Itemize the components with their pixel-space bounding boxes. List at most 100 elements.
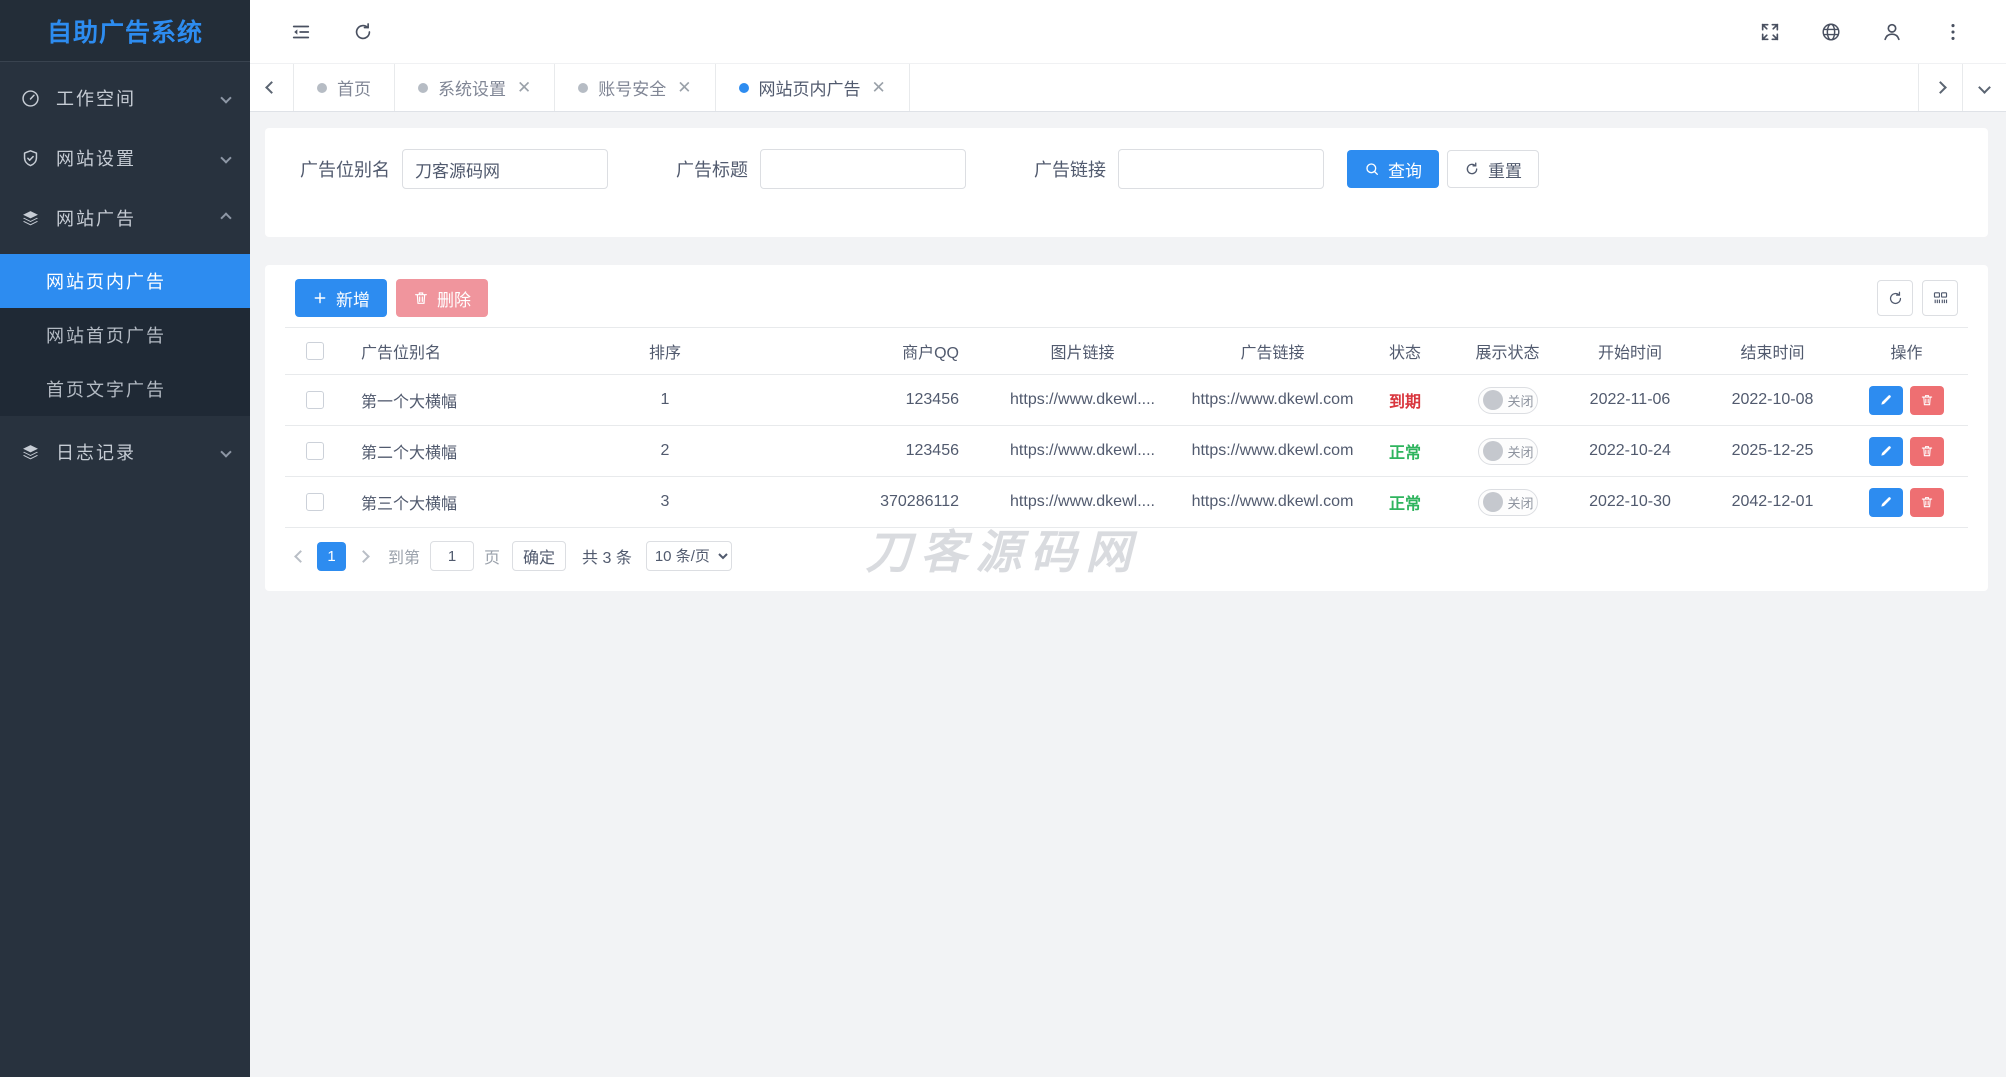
- delete-button[interactable]: [1910, 488, 1944, 517]
- column-header: 商户QQ: [745, 339, 975, 363]
- display-toggle[interactable]: 关闭: [1478, 438, 1538, 465]
- tab-1[interactable]: 系统设置 ✕: [395, 64, 555, 111]
- sidebar-item-logs[interactable]: 日志记录: [0, 428, 250, 476]
- tabs-menu-button[interactable]: [1962, 64, 2006, 111]
- sidebar-subitem-home-text-ads[interactable]: 首页文字广告: [0, 362, 250, 416]
- table-toolbar: 新增 删除: [285, 279, 1968, 317]
- tab-2[interactable]: 账号安全✕: [555, 64, 715, 111]
- toggle-knob: [1483, 390, 1503, 410]
- column-header: 广告位别名: [345, 339, 585, 363]
- search-button[interactable]: 查询: [1347, 150, 1439, 188]
- edit-button[interactable]: [1869, 488, 1903, 517]
- dashboard-icon: [20, 88, 41, 109]
- data-table: 广告位别名排序商户QQ图片链接广告链接状态展示状态开始时间结束时间操作 第一个大…: [285, 327, 1968, 528]
- menu-collapse-icon[interactable]: [290, 21, 312, 43]
- sidebar-item-label: 日志记录: [56, 439, 222, 465]
- tabs-scroll-right-button[interactable]: [1918, 64, 1962, 111]
- tab-close-icon[interactable]: ✕: [677, 79, 691, 96]
- sidebar-item-label: 网站设置: [56, 145, 222, 171]
- more-icon[interactable]: [1942, 21, 1964, 43]
- filter-field-title: 广告标题: [676, 149, 966, 189]
- chevron-down-icon: [220, 92, 231, 103]
- chevron-up-icon: [220, 212, 231, 223]
- globe-icon[interactable]: [1820, 21, 1842, 43]
- tabs-scroll-left-button[interactable]: [250, 64, 294, 111]
- cell-image-link: https://www.dkewl....: [975, 493, 1190, 511]
- refresh-icon: [1887, 290, 1904, 307]
- display-toggle[interactable]: 关闭: [1478, 387, 1538, 414]
- add-button[interactable]: 新增: [295, 279, 387, 317]
- sidebar: 自助广告系统 工作空间网站设置网站广告网站页内广告网站首页广告首页文字广告日志记…: [0, 0, 250, 1077]
- edit-button[interactable]: [1869, 386, 1903, 415]
- layers-icon: [20, 442, 41, 463]
- cell-sort: 2: [585, 442, 745, 460]
- tab-close-icon[interactable]: ✕: [872, 79, 886, 96]
- table-row: 第三个大横幅3370286112https://www.dkewl....htt…: [285, 477, 1968, 528]
- ad-link-input[interactable]: [1118, 149, 1324, 189]
- row-checkbox-cell: [285, 442, 345, 460]
- next-page-button[interactable]: [356, 552, 370, 561]
- table-refresh-button[interactable]: [1877, 280, 1913, 316]
- goto-confirm-button[interactable]: 确定: [512, 541, 566, 571]
- cell-actions: [1845, 488, 1968, 517]
- toolbar-right: [1877, 280, 1958, 316]
- table-body: 第一个大横幅1123456https://www.dkewl....https:…: [285, 375, 1968, 528]
- ad-title-input[interactable]: [760, 149, 966, 189]
- cell-ad-link: https://www.dkewl.com: [1190, 493, 1355, 511]
- sidebar-item-site-settings[interactable]: 网站设置: [0, 134, 250, 182]
- tab-label: 系统设置: [438, 75, 506, 100]
- sidebar-subitem-label: 网站首页广告: [46, 322, 166, 348]
- user-icon[interactable]: [1881, 21, 1903, 43]
- topbar: [250, 0, 2006, 63]
- column-header: 状态: [1355, 339, 1455, 363]
- delete-selected-button[interactable]: 删除: [396, 279, 488, 317]
- page-size-select[interactable]: 10 条/页: [646, 541, 732, 571]
- column-header: 广告链接: [1190, 339, 1355, 363]
- cell-alias: 第二个大横幅: [345, 439, 585, 463]
- cell-alias: 第一个大横幅: [345, 388, 585, 412]
- add-button-label: 新增: [336, 286, 370, 311]
- tab-close-icon[interactable]: ✕: [517, 79, 531, 96]
- row-checkbox[interactable]: [306, 391, 324, 409]
- fullscreen-icon[interactable]: [1759, 21, 1781, 43]
- tab-bar: 首页系统设置✕账号安全✕网站页内广告✕: [250, 63, 2006, 112]
- table-card: 新增 删除: [265, 265, 1988, 591]
- content-area: 广告位别名 广告标题 广告链接 查询: [250, 112, 2006, 1077]
- column-header: 开始时间: [1560, 339, 1700, 363]
- status-badge: 正常: [1389, 490, 1421, 514]
- cell-end-time: 2022-10-08: [1700, 391, 1845, 409]
- sidebar-subitem-site-home-ads[interactable]: 网站首页广告: [0, 308, 250, 362]
- reset-button[interactable]: 重置: [1447, 150, 1539, 188]
- row-checkbox-cell: [285, 493, 345, 511]
- tab-status-dot: [739, 83, 749, 93]
- select-all-checkbox[interactable]: [306, 342, 324, 360]
- tab-3[interactable]: 网站页内广告✕: [716, 64, 910, 111]
- row-checkbox[interactable]: [306, 493, 324, 511]
- refresh-icon[interactable]: [352, 21, 374, 43]
- sidebar-subitem-site-page-ads[interactable]: 网站页内广告: [0, 254, 250, 308]
- trash-icon: [413, 290, 429, 306]
- ad-link-label: 广告链接: [1034, 156, 1106, 182]
- edit-button[interactable]: [1869, 437, 1903, 466]
- pagination: 1 到第 页 确定 共 3 条 10 条/页: [293, 541, 1968, 571]
- column-settings-button[interactable]: [1922, 280, 1958, 316]
- ad-alias-input[interactable]: [402, 149, 608, 189]
- pencil-icon: [1879, 393, 1893, 407]
- plus-icon: [312, 290, 328, 306]
- delete-button[interactable]: [1910, 437, 1944, 466]
- delete-button[interactable]: [1910, 386, 1944, 415]
- cell-end-time: 2025-12-25: [1700, 442, 1845, 460]
- prev-page-button[interactable]: [293, 552, 307, 561]
- sidebar-item-site-ads[interactable]: 网站广告: [0, 194, 250, 242]
- tab-home[interactable]: 首页: [294, 64, 395, 111]
- toggle-label: 关闭: [1508, 442, 1534, 461]
- row-checkbox[interactable]: [306, 442, 324, 460]
- goto-page-input[interactable]: [430, 541, 474, 571]
- page-number-button[interactable]: 1: [317, 542, 346, 571]
- filter-field-alias: 广告位别名: [300, 149, 608, 189]
- sidebar-item-workspace[interactable]: 工作空间: [0, 74, 250, 122]
- cell-display-state: 关闭: [1455, 489, 1560, 516]
- cell-merchant-qq: 123456: [745, 391, 975, 409]
- display-toggle[interactable]: 关闭: [1478, 489, 1538, 516]
- sidebar-item-label: 工作空间: [56, 85, 222, 111]
